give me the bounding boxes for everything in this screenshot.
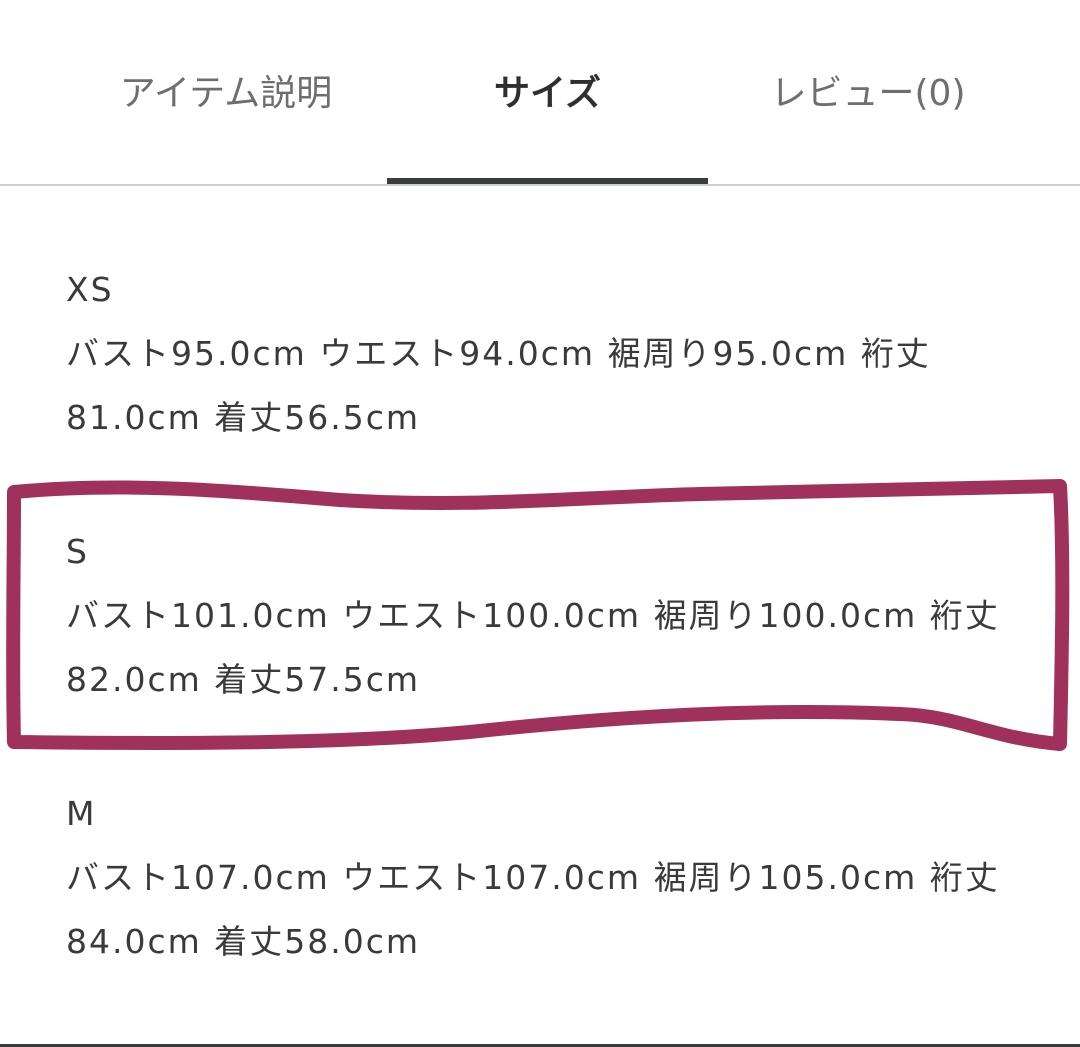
size-block-s: S バスト101.0cm ウエスト100.0cm 裾周り100.0cm 裄丈82… <box>66 520 1046 782</box>
size-name: S <box>66 532 89 571</box>
tab-label: アイテム説明 <box>119 73 333 114</box>
tab-item-description[interactable]: アイテム説明 <box>66 0 386 184</box>
size-measurements: バスト95.0cm ウエスト94.0cm 裾周り95.0cm 裄丈81.0cm … <box>66 334 931 437</box>
tab-reviews[interactable]: レビュー(0) <box>708 0 1028 184</box>
size-measurements: バスト101.0cm ウエスト100.0cm 裾周り100.0cm 裄丈82.0… <box>66 596 1000 699</box>
tab-label: レビュー(0) <box>770 73 966 114</box>
size-block-m: M バスト107.0cm ウエスト107.0cm 裾周り105.0cm 裄丈84… <box>66 782 1046 1044</box>
tab-bar: アイテム説明 サイズ レビュー(0) <box>0 0 1080 186</box>
size-list: XS バスト95.0cm ウエスト94.0cm 裾周り95.0cm 裄丈81.0… <box>66 258 1046 1044</box>
tab-size[interactable]: サイズ <box>387 0 708 184</box>
active-tab-indicator <box>387 178 708 184</box>
tab-label: サイズ <box>494 73 601 114</box>
size-measurements: バスト107.0cm ウエスト107.0cm 裾周り105.0cm 裄丈84.0… <box>66 858 1000 961</box>
size-name: M <box>66 794 97 833</box>
size-block-xs: XS バスト95.0cm ウエスト94.0cm 裾周り95.0cm 裄丈81.0… <box>66 258 1046 520</box>
size-name: XS <box>66 270 114 309</box>
